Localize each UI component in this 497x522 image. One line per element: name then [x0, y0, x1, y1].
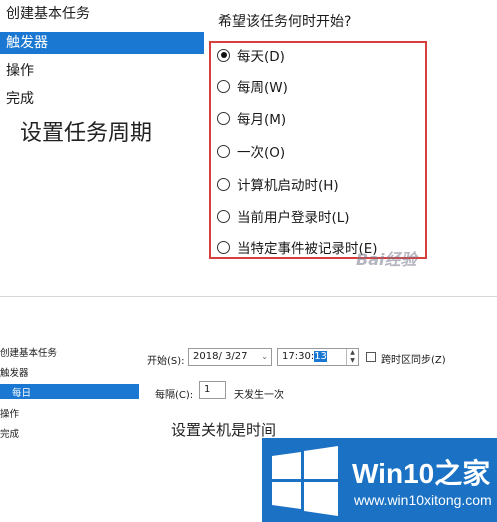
option-once[interactable]: 一次(O) — [217, 139, 285, 163]
radio-button-icon[interactable] — [217, 209, 230, 223]
dropdown-arrow-icon[interactable]: ⌄ — [261, 349, 268, 365]
radio-button-icon[interactable] — [217, 240, 230, 254]
start-date-picker[interactable]: 2018/ 3/27 ⌄ — [188, 348, 272, 366]
win10-brand-b: 之家 — [434, 458, 491, 489]
radio-button-icon[interactable] — [217, 79, 230, 93]
win10-brand-a: Win10 — [352, 458, 435, 489]
option-on-logon[interactable]: 当前用户登录时(L) — [217, 204, 350, 228]
option-label: 当前用户登录时(L) — [237, 210, 350, 226]
bnav-finish[interactable]: 完成 — [0, 426, 19, 440]
option-on-event[interactable]: 当特定事件被记录时(E) — [217, 235, 378, 259]
radio-button-icon[interactable] — [217, 48, 230, 62]
option-daily[interactable]: 每天(D) — [217, 43, 285, 67]
interval-input[interactable]: 1 — [199, 381, 226, 399]
option-weekly[interactable]: 每周(W) — [217, 74, 288, 98]
interval-label: 每隔(C): — [155, 390, 194, 401]
start-date-value: 2018/ 3/27 — [193, 351, 248, 362]
bnav-action[interactable]: 操作 — [0, 406, 19, 420]
win10-watermark-banner: Win10之家 www.win10xitong.com — [262, 438, 497, 522]
radio-button-icon[interactable] — [217, 144, 230, 158]
option-on-startup[interactable]: 计算机启动时(H) — [217, 172, 339, 196]
win10-url: www.win10xitong.com — [354, 492, 492, 508]
nav-trigger[interactable]: 触发器 — [0, 32, 204, 54]
windows-logo-icon — [272, 446, 338, 516]
start-label: 开始(S): — [147, 356, 185, 367]
bnav-create-basic-task[interactable]: 创建基本任务 — [0, 345, 57, 359]
radio-selected-dot — [220, 52, 227, 58]
radio-button-icon[interactable] — [217, 111, 230, 125]
checkbox-icon[interactable] — [366, 352, 376, 362]
win10-brand-title: Win10之家 — [352, 452, 490, 492]
interval-suffix: 天发生一次 — [234, 390, 284, 401]
sync-timezone-label[interactable]: 跨时区同步(Z) — [381, 351, 446, 366]
start-time-input[interactable]: 17:30:13 ▲ ▼ — [277, 348, 359, 366]
start-time-selected-seconds: 13 — [314, 351, 327, 362]
option-monthly[interactable]: 每月(M) — [217, 106, 286, 130]
option-label: 计算机启动时(H) — [237, 178, 339, 194]
option-label: 每月(M) — [237, 112, 287, 128]
bnav-daily[interactable]: 每日 — [12, 385, 31, 399]
caption-set-shutdown-time: 设置关机是时间 — [171, 421, 277, 439]
option-label: 一次(O) — [237, 145, 286, 161]
radio-button-icon[interactable] — [217, 177, 230, 191]
schedule-question: 希望该任务何时开始? — [218, 14, 352, 30]
trigger-options-highlight: 每天(D) 每周(W) 每月(M) 一次(O) 计算机启动时(H) 当前用户登录… — [209, 41, 427, 259]
nav-create-basic-task[interactable]: 创建基本任务 — [0, 3, 204, 25]
caption-set-period: 设置任务周期 — [20, 121, 153, 146]
start-time-prefix: 17:30: — [282, 351, 315, 362]
bnav-trigger[interactable]: 触发器 — [0, 365, 29, 379]
top-panel: 创建基本任务 触发器 操作 完成 希望该任务何时开始? 设置任务周期 每天(D)… — [0, 0, 497, 297]
baidu-watermark: Bai经验 — [356, 250, 417, 269]
spinner-icon[interactable]: ▲ ▼ — [346, 349, 358, 365]
nav-finish[interactable]: 完成 — [0, 88, 204, 110]
nav-action[interactable]: 操作 — [0, 60, 204, 82]
option-label: 每周(W) — [237, 80, 288, 96]
option-label: 每天(D) — [237, 49, 285, 65]
